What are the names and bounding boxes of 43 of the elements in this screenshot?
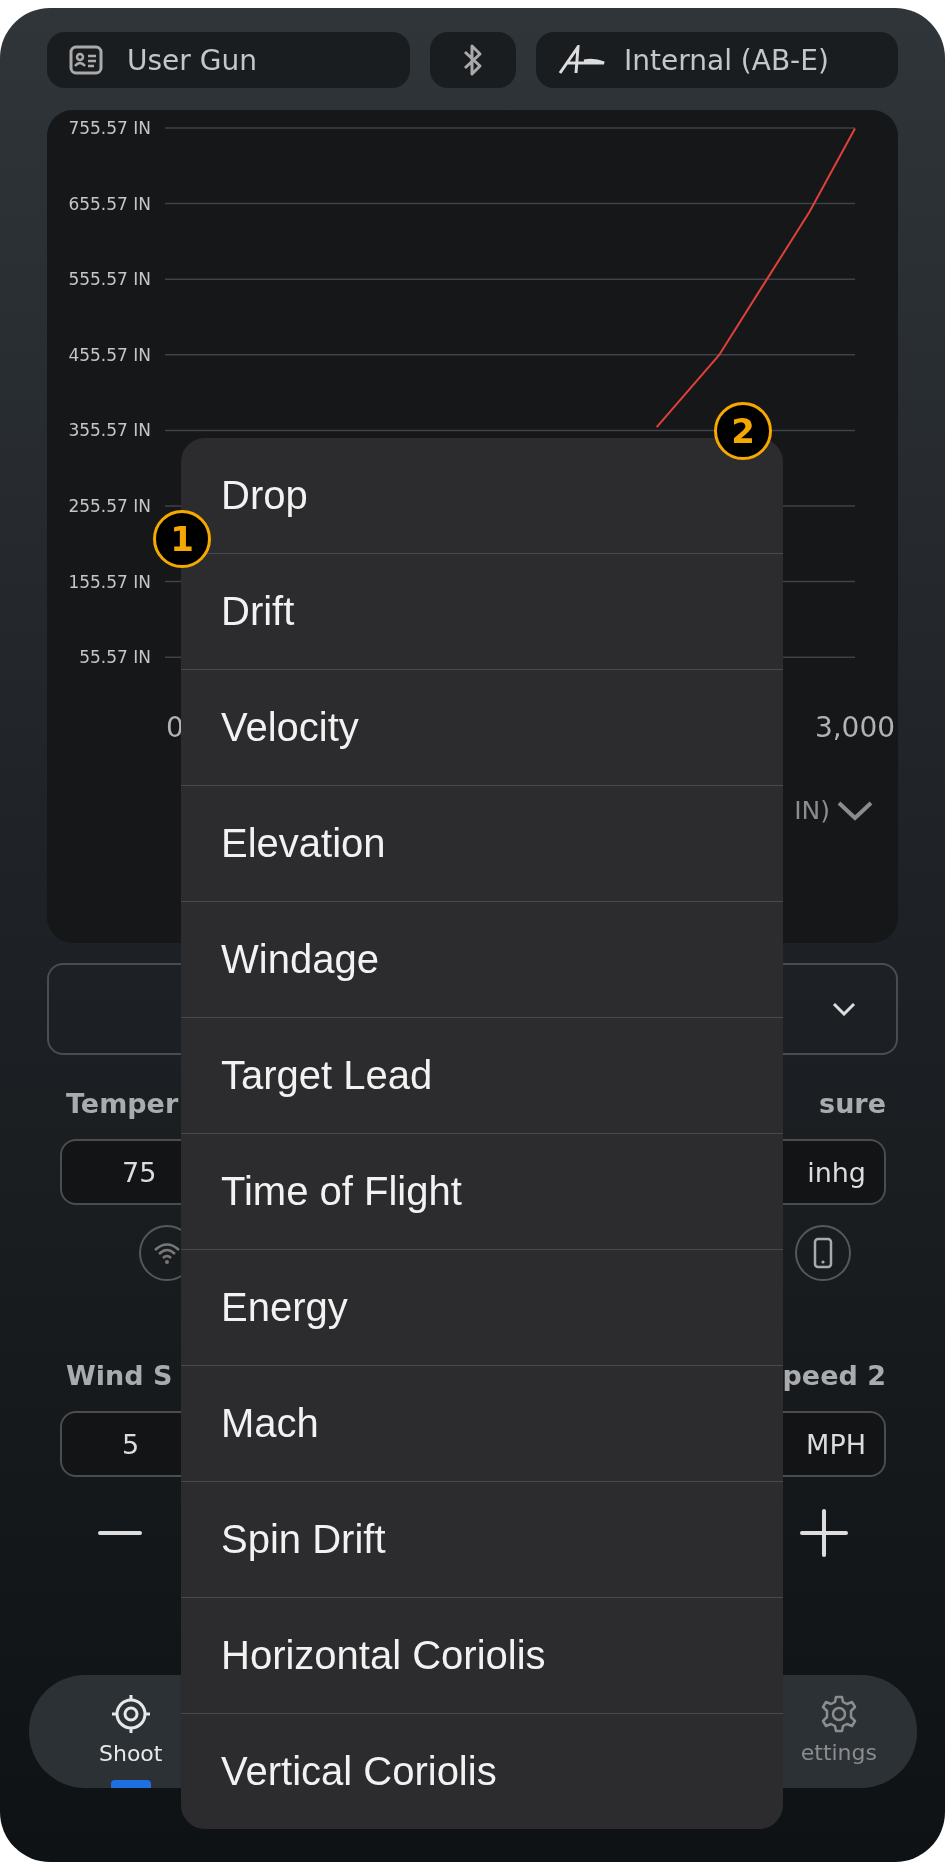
menu-item[interactable]: Target Lead: [221, 1053, 433, 1098]
menu-item[interactable]: Velocity: [221, 705, 359, 750]
y-axis-label: 755.57 IN: [68, 118, 151, 138]
menu-item[interactable]: Horizontal Coriolis: [221, 1633, 546, 1678]
id-card-icon: [69, 45, 103, 75]
logo-icon: [558, 45, 606, 75]
menu-item[interactable]: Energy: [221, 1285, 348, 1330]
menu-item[interactable]: Drift: [221, 589, 295, 634]
bluetooth-button[interactable]: [430, 32, 516, 88]
field-label: Temper: [66, 1087, 179, 1121]
active-indicator: [110, 1780, 151, 1788]
field-label: peed 2: [782, 1359, 886, 1393]
phone-icon: [813, 1237, 833, 1269]
menu-item[interactable]: Drop: [221, 473, 308, 518]
menu-item[interactable]: Windage: [221, 937, 379, 982]
y-axis-label: 55.57 IN: [79, 647, 151, 668]
x-axis-label: 3,000: [814, 711, 896, 744]
y-axis-label: 555.57 IN: [68, 269, 151, 290]
axis-selector-label: IN): [794, 796, 830, 825]
field-label: sure: [819, 1087, 886, 1121]
menu-item[interactable]: Mach: [221, 1401, 319, 1446]
ammo-selector[interactable]: Internal (AB-E): [536, 32, 898, 88]
field-label: Wind S: [66, 1359, 173, 1393]
menu-item[interactable]: Vertical Coriolis: [221, 1749, 497, 1794]
plus-button[interactable]: [800, 1509, 848, 1557]
chevron-down-icon[interactable]: [836, 799, 874, 822]
minus-button[interactable]: [98, 1530, 142, 1536]
y-axis-label: 455.57 IN: [68, 344, 151, 365]
y-axis-label: 655.57 IN: [68, 193, 151, 214]
menu-item[interactable]: Spin Drift: [221, 1517, 386, 1562]
wifi-icon: [153, 1241, 181, 1265]
menu-item[interactable]: Elevation: [221, 821, 386, 866]
tab[interactable]: ettings: [800, 1675, 877, 1788]
gun-selector[interactable]: User Gun: [47, 32, 410, 88]
y-axis-label: 355.57 IN: [68, 420, 151, 441]
tab[interactable]: Shoot: [99, 1675, 163, 1788]
y-axis-label: 155.57 IN: [68, 571, 151, 592]
target-icon: [109, 1693, 152, 1735]
menu-item[interactable]: Time of Flight: [221, 1169, 462, 1214]
chevron-down-icon: [832, 1002, 856, 1016]
bluetooth-icon: [462, 43, 484, 77]
y-axis-label: 255.57 IN: [68, 496, 151, 516]
phone-button[interactable]: [795, 1225, 851, 1281]
